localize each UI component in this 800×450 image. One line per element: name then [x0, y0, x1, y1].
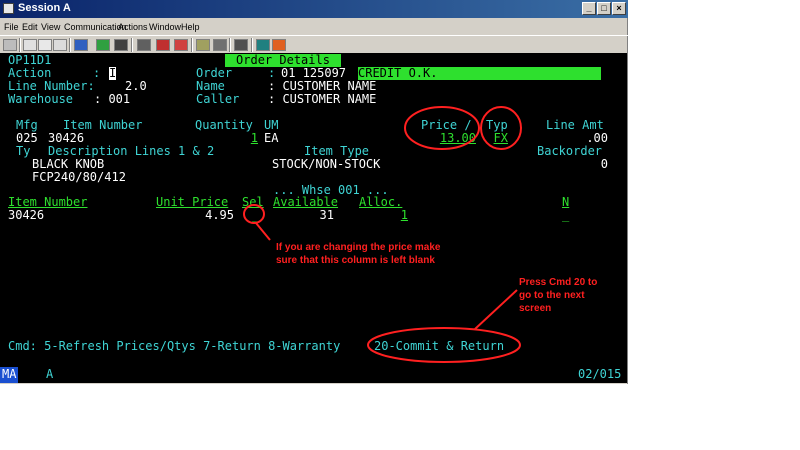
annotation-overlay: [243, 106, 522, 363]
price-highlight-circle: [404, 106, 480, 150]
typ-highlight-circle: [480, 106, 522, 150]
commit-pointer-line: [474, 289, 518, 330]
cmd-note: Press Cmd 20 to go to the next screen: [519, 277, 598, 314]
sel-highlight-circle: [243, 204, 265, 224]
price-note: If you are changing the price make sure …: [276, 242, 441, 266]
commit-highlight-circle: [367, 327, 521, 363]
sel-pointer-line: [255, 222, 271, 241]
